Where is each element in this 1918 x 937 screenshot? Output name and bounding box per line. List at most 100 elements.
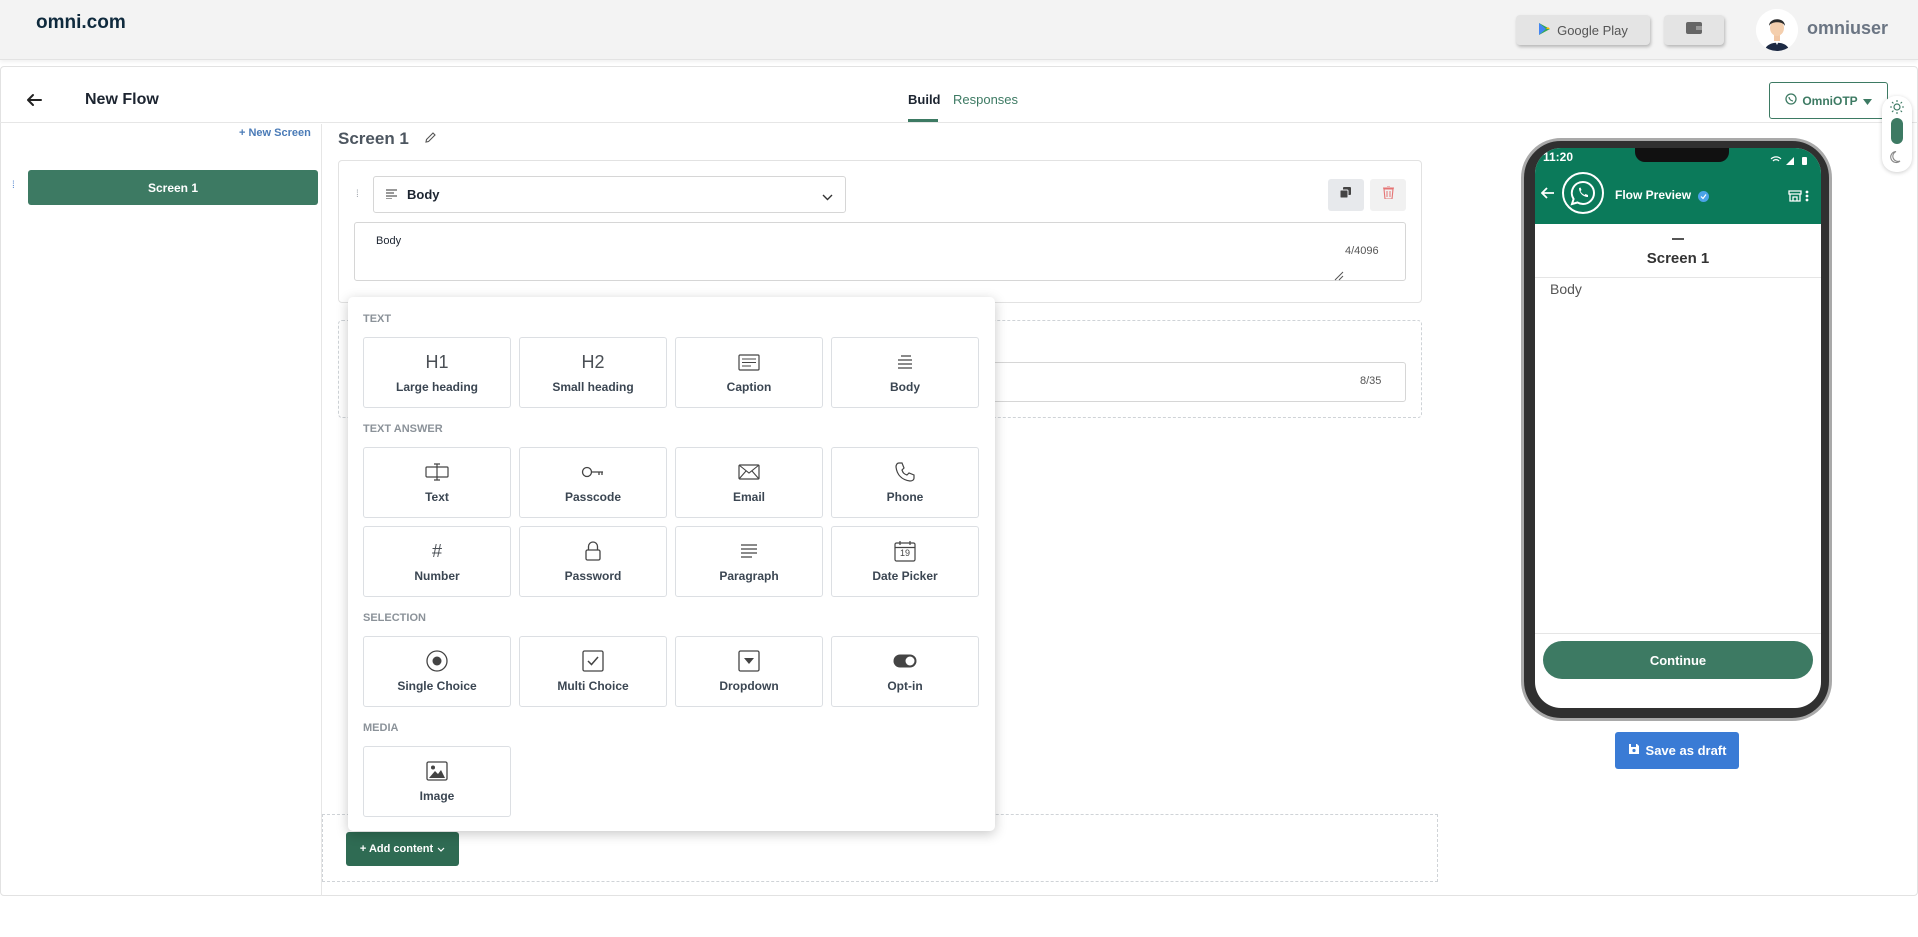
status-icons: [1770, 152, 1814, 170]
back-arrow-icon[interactable]: [24, 90, 44, 110]
theme-toggle[interactable]: [1882, 96, 1912, 172]
option-label: Phone: [886, 490, 924, 504]
footer-char-counter: 8/35: [1360, 375, 1382, 387]
body-textarea[interactable]: [354, 222, 1406, 281]
sidebar-item-screen-1[interactable]: Screen 1: [28, 170, 318, 205]
option-caption[interactable]: Caption: [675, 337, 823, 408]
moon-icon: [1890, 150, 1904, 169]
image-icon: [426, 760, 448, 782]
drag-handle-icon[interactable]: ⁞: [12, 180, 15, 191]
account-label: OmniOTP: [1802, 93, 1858, 108]
whatsapp-icon: [1785, 93, 1797, 108]
toggle-knob: [1891, 118, 1903, 144]
wallet-button[interactable]: [1664, 15, 1724, 45]
envelope-icon: [738, 461, 760, 483]
screens-sidebar: [0, 124, 322, 896]
resize-handle-icon[interactable]: [1334, 268, 1344, 286]
option-body[interactable]: Body: [831, 337, 979, 408]
tab-build[interactable]: Build: [908, 92, 941, 107]
option-paragraph[interactable]: Paragraph: [675, 526, 823, 597]
option-dropdown[interactable]: Dropdown: [675, 636, 823, 707]
tab-responses[interactable]: Responses: [953, 92, 1018, 107]
option-label: Large heading: [395, 380, 478, 394]
back-arrow-icon[interactable]: [1540, 186, 1555, 204]
toggle-icon: [893, 650, 917, 672]
key-icon: [581, 461, 605, 483]
h2-icon: H2: [581, 351, 605, 372]
h1-icon: H1: [425, 351, 449, 372]
preview-screen-title: Screen 1: [1646, 250, 1710, 267]
account-selector[interactable]: OmniOTP: [1769, 82, 1888, 119]
option-email[interactable]: Email: [675, 447, 823, 518]
option-label: Multi Choice: [557, 679, 629, 693]
duplicate-button[interactable]: [1328, 179, 1364, 211]
hash-icon: #: [431, 540, 442, 561]
drag-handle-icon[interactable]: ⁞: [356, 189, 359, 200]
store-icon[interactable]: [1788, 189, 1802, 207]
whatsapp-icon: [1562, 172, 1604, 214]
chevron-down-icon: [822, 188, 833, 206]
calendar-day: 19: [899, 548, 910, 558]
flow-preview-screen: 11:20 Flow Preview Screen 1 Body Continu…: [1535, 148, 1821, 708]
username[interactable]: omniuser: [1807, 18, 1888, 39]
preview-body-text: Body: [1550, 281, 1582, 297]
option-passcode[interactable]: Passcode: [519, 447, 667, 518]
google-play-button[interactable]: Google Play: [1516, 15, 1650, 45]
brand-logo[interactable]: omni.com: [36, 12, 126, 34]
active-tab-indicator: [908, 119, 938, 122]
option-text[interactable]: Text: [363, 447, 511, 518]
divider: [1535, 277, 1821, 278]
top-bar: omni.com Google Play omniuser: [0, 0, 1918, 60]
section-label-selection: SELECTION: [363, 612, 426, 624]
option-label: Image: [419, 789, 455, 803]
status-time: 11:20: [1543, 150, 1574, 164]
option-phone[interactable]: Phone: [831, 447, 979, 518]
option-number[interactable]: # Number: [363, 526, 511, 597]
option-label: Small heading: [552, 380, 634, 394]
verified-icon: [1698, 189, 1709, 207]
option-date-picker[interactable]: 19 Date Picker: [831, 526, 979, 597]
pencil-icon[interactable]: [424, 131, 437, 149]
option-multi-choice[interactable]: Multi Choice: [519, 636, 667, 707]
body-icon: [896, 351, 914, 373]
sun-icon: [1890, 100, 1904, 119]
copy-icon: [1339, 186, 1352, 204]
option-label: Passcode: [564, 490, 622, 504]
option-small-heading[interactable]: H2 Small heading: [519, 337, 667, 408]
paragraph-icon: [740, 540, 758, 562]
add-content-button[interactable]: + Add content: [346, 832, 459, 866]
phone-notch: [1635, 148, 1729, 162]
delete-button[interactable]: [1370, 179, 1406, 211]
option-password[interactable]: Password: [519, 526, 667, 597]
more-options-icon[interactable]: [1805, 189, 1809, 207]
option-label: Caption: [726, 380, 772, 394]
option-single-choice[interactable]: Single Choice: [363, 636, 511, 707]
new-screen-button[interactable]: + New Screen: [239, 127, 311, 139]
avatar[interactable]: [1756, 9, 1798, 51]
phone-icon: [895, 461, 915, 483]
radio-icon: [426, 650, 448, 672]
preview-header: 11:20 Flow Preview: [1535, 148, 1821, 224]
sheet-handle: [1672, 238, 1684, 240]
page-title: New Flow: [85, 91, 159, 108]
option-image[interactable]: Image: [363, 746, 511, 817]
lock-icon: [585, 540, 601, 562]
continue-button[interactable]: Continue: [1543, 641, 1813, 679]
body-text-value: Body: [376, 235, 402, 247]
option-large-heading[interactable]: H1 Large heading: [363, 337, 511, 408]
text-input-icon: [425, 461, 449, 483]
body-char-counter: 4/4096: [1345, 245, 1379, 257]
section-label-text: TEXT: [363, 313, 392, 325]
option-label: Dropdown: [719, 679, 779, 693]
google-play-icon: [1538, 22, 1551, 39]
checkbox-icon: [582, 650, 604, 672]
section-label-media: MEDIA: [363, 722, 399, 734]
option-opt-in[interactable]: Opt-in: [831, 636, 979, 707]
save-draft-button[interactable]: Save as draft: [1615, 732, 1739, 769]
component-type-select[interactable]: Body: [373, 176, 846, 213]
caret-down-icon: [1862, 94, 1872, 108]
dropdown-icon: [738, 650, 760, 672]
trash-icon: [1382, 185, 1394, 204]
body-icon: [386, 187, 397, 202]
calendar-icon: 19: [894, 540, 916, 562]
